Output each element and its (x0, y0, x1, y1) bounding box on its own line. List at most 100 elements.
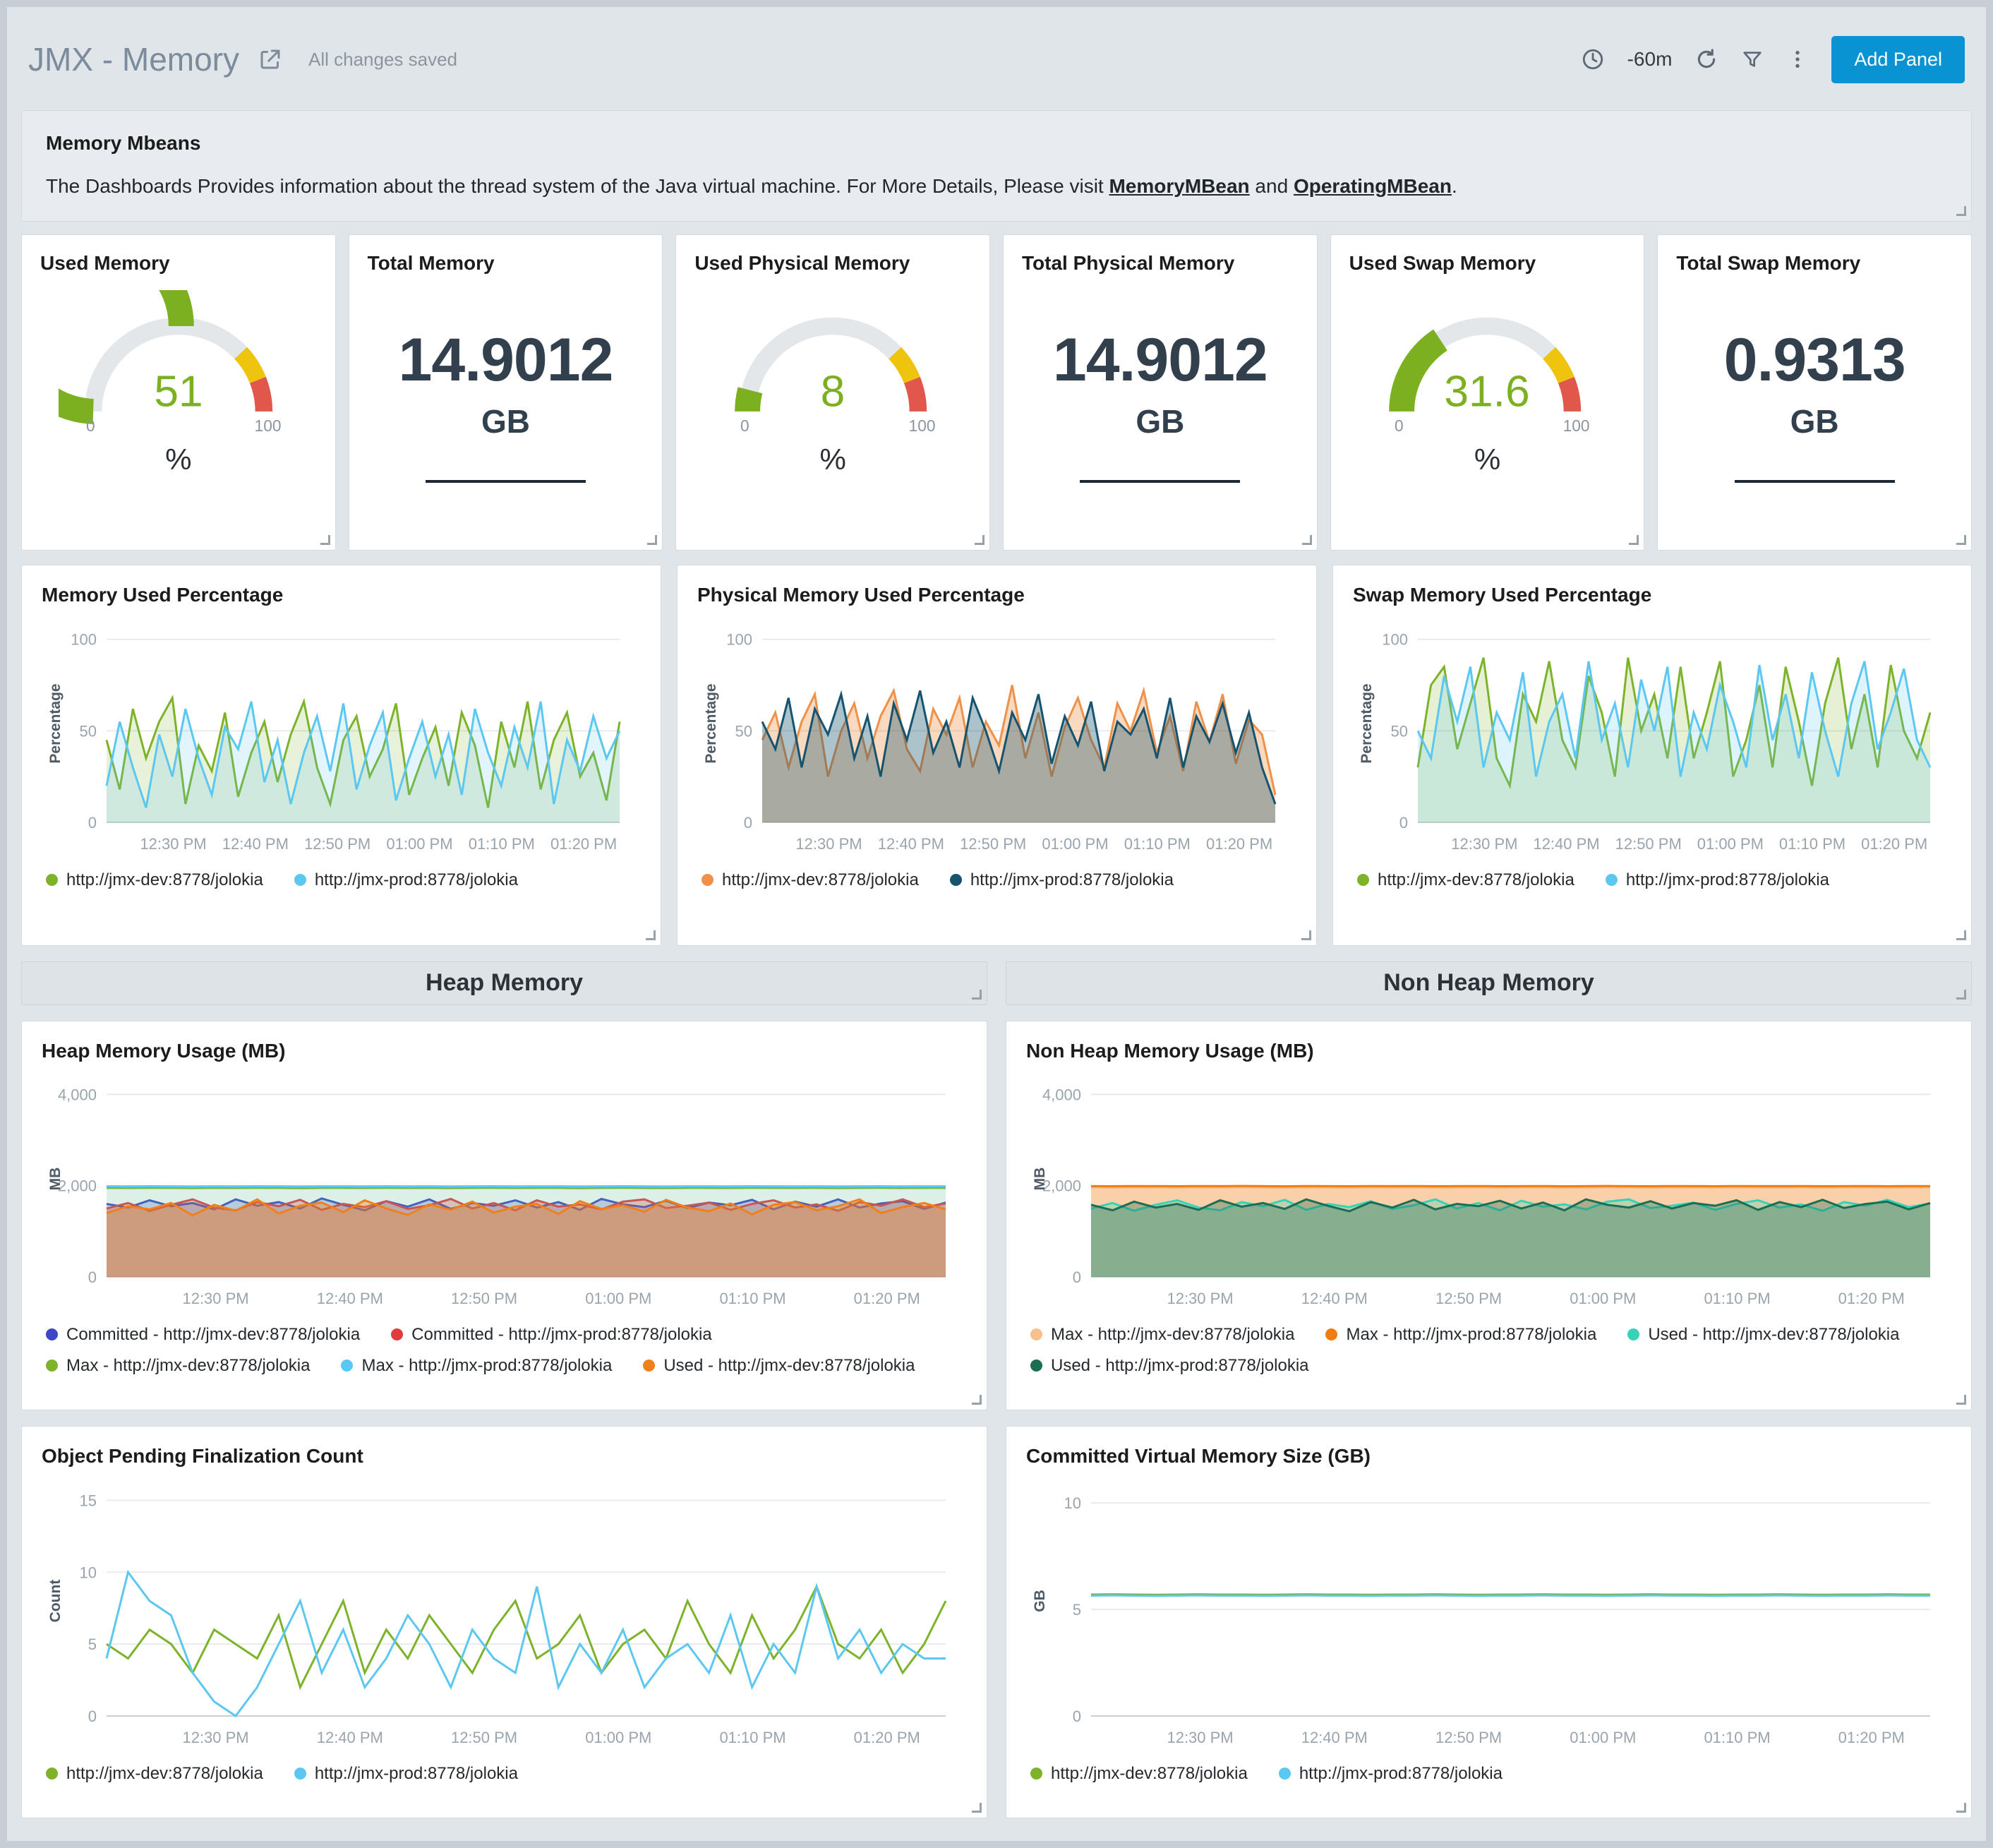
legend-label: Committed - http://jmx-prod:8778/jolokia (411, 1325, 712, 1345)
page-title: JMX - Memory (28, 40, 239, 78)
svg-text:01:00 PM: 01:00 PM (1697, 835, 1764, 853)
svg-text:0: 0 (86, 416, 95, 435)
legend-label: Committed - http://jmx-dev:8778/jolokia (66, 1325, 360, 1345)
object-pending-finalization-count-chart[interactable]: 05101512:30 PM12:40 PM12:50 PM01:00 PM01… (42, 1473, 967, 1754)
section-header-heap-memory: Heap Memory (21, 961, 987, 1005)
share-icon[interactable] (258, 47, 283, 72)
svg-text:0: 0 (88, 814, 97, 832)
legend-dot (643, 1360, 655, 1372)
used-physical-memory-gauge[interactable]: 80100 (694, 290, 971, 436)
used-memory-gauge[interactable]: 510100 (40, 290, 317, 436)
legend-label: Max - http://jmx-prod:8778/jolokia (1346, 1325, 1596, 1345)
resize-handle[interactable] (647, 535, 657, 545)
legend-item[interactable]: Max - http://jmx-prod:8778/jolokia (1325, 1325, 1596, 1345)
memory-used-percentage-chart[interactable]: 05010012:30 PM12:40 PM12:50 PM01:00 PM01… (42, 612, 641, 860)
time-range-value[interactable]: -60m (1627, 48, 1673, 71)
legend-item[interactable]: http://jmx-dev:8778/jolokia (1357, 870, 1574, 890)
stat-sparkline (1735, 480, 1895, 483)
svg-text:01:10 PM: 01:10 PM (1124, 835, 1191, 853)
section-headers-row: Heap Memory Non Heap Memory (21, 961, 1972, 1005)
filter-icon[interactable] (1741, 48, 1764, 71)
refresh-icon[interactable] (1694, 47, 1718, 71)
resize-handle[interactable] (1629, 535, 1639, 545)
svg-text:50: 50 (735, 722, 752, 740)
legend-item[interactable]: http://jmx-prod:8778/jolokia (1279, 1764, 1503, 1784)
svg-text:12:30 PM: 12:30 PM (795, 835, 862, 853)
heap-memory-usage-chart[interactable]: 02,0004,00012:30 PM12:40 PM12:50 PM01:00… (42, 1068, 967, 1315)
mbeans-description: The Dashboards Provides information abou… (46, 173, 1947, 200)
non-heap-memory-usage-chart[interactable]: 02,0004,00012:30 PM12:40 PM12:50 PM01:00… (1026, 1068, 1951, 1315)
legend-label: Used - http://jmx-dev:8778/jolokia (1648, 1325, 1899, 1345)
stat-unit: GB (1676, 402, 1953, 440)
percentage-charts-row: Memory Used Percentage 05010012:30 PM12:… (21, 565, 1972, 946)
swap-memory-used-percentage-chart[interactable]: 05010012:30 PM12:40 PM12:50 PM01:00 PM01… (1353, 612, 1951, 860)
svg-text:2,000: 2,000 (1042, 1177, 1081, 1194)
chart-panel-memory-used-percentage: Memory Used Percentage 05010012:30 PM12:… (21, 565, 661, 946)
legend-item[interactable]: Committed - http://jmx-dev:8778/jolokia (46, 1325, 360, 1345)
physical-memory-used-percentage-chart[interactable]: 05010012:30 PM12:40 PM12:50 PM01:00 PM01… (697, 612, 1296, 860)
resize-handle[interactable] (1302, 535, 1312, 545)
memorymbean-link[interactable]: MemoryMBean (1109, 175, 1249, 197)
resize-handle[interactable] (975, 535, 985, 545)
resize-handle[interactable] (1956, 206, 1966, 216)
resize-handle[interactable] (1956, 1803, 1966, 1813)
svg-text:12:40 PM: 12:40 PM (1533, 835, 1599, 853)
svg-text:12:30 PM: 12:30 PM (140, 835, 206, 853)
svg-text:12:50 PM: 12:50 PM (960, 835, 1026, 853)
used-swap-memory-gauge[interactable]: 31.60100 (1349, 290, 1626, 436)
legend-item[interactable]: http://jmx-dev:8778/jolokia (1030, 1764, 1248, 1784)
legend-item[interactable]: Used - http://jmx-prod:8778/jolokia (1030, 1356, 1309, 1376)
legend-item[interactable]: http://jmx-prod:8778/jolokia (294, 1764, 518, 1784)
bottom-charts-row: Object Pending Finalization Count 051015… (21, 1426, 1972, 1818)
legend-item[interactable]: Used - http://jmx-dev:8778/jolokia (1627, 1325, 1899, 1345)
mbeans-text-suffix: . (1452, 175, 1457, 197)
legend-item[interactable]: Max - http://jmx-prod:8778/jolokia (341, 1356, 612, 1376)
resize-handle[interactable] (1956, 1395, 1966, 1405)
legend-dot (1627, 1328, 1639, 1340)
clock-icon[interactable] (1581, 47, 1605, 71)
resize-handle[interactable] (1301, 930, 1311, 940)
resize-handle[interactable] (972, 1395, 982, 1405)
resize-handle[interactable] (972, 1803, 982, 1813)
section-title: Heap Memory (426, 969, 583, 997)
chart-title: Object Pending Finalization Count (42, 1445, 967, 1468)
svg-text:4,000: 4,000 (58, 1086, 97, 1103)
operatingmbean-link[interactable]: OperatingMBean (1294, 175, 1452, 197)
resize-handle[interactable] (1956, 930, 1966, 940)
stat-unit: GB (368, 402, 644, 440)
mbeans-title: Memory Mbeans (46, 132, 1947, 155)
legend-item[interactable]: http://jmx-prod:8778/jolokia (950, 870, 1174, 890)
resize-handle[interactable] (1956, 990, 1966, 1000)
svg-text:0: 0 (1073, 1268, 1081, 1286)
svg-text:0: 0 (88, 1268, 97, 1286)
svg-text:MB: MB (47, 1167, 64, 1190)
chart-legend: http://jmx-dev:8778/jolokia http://jmx-pr… (1353, 860, 1951, 894)
legend-item[interactable]: http://jmx-prod:8778/jolokia (1606, 870, 1829, 890)
legend-dot (46, 1360, 58, 1372)
legend-item[interactable]: http://jmx-prod:8778/jolokia (294, 870, 518, 890)
section-header-non-heap-memory: Non Heap Memory (1006, 961, 1972, 1005)
committed-virtual-memory-size-chart[interactable]: 051012:30 PM12:40 PM12:50 PM01:00 PM01:1… (1026, 1473, 1951, 1754)
legend-item[interactable]: Max - http://jmx-dev:8778/jolokia (1030, 1325, 1294, 1345)
resize-handle[interactable] (1956, 535, 1966, 545)
svg-text:15: 15 (80, 1492, 97, 1509)
legend-label: Used - http://jmx-prod:8778/jolokia (1051, 1356, 1309, 1376)
resize-handle[interactable] (646, 930, 656, 940)
legend-item[interactable]: http://jmx-dev:8778/jolokia (46, 1764, 263, 1784)
kebab-menu-icon[interactable] (1786, 48, 1809, 71)
stat-unit: GB (1022, 402, 1299, 440)
resize-handle[interactable] (320, 535, 330, 545)
svg-text:Count: Count (47, 1579, 64, 1622)
svg-text:01:00 PM: 01:00 PM (1042, 835, 1108, 853)
svg-text:12:40 PM: 12:40 PM (317, 1290, 383, 1307)
add-panel-button[interactable]: Add Panel (1831, 36, 1965, 83)
legend-item[interactable]: Committed - http://jmx-prod:8778/jolokia (391, 1325, 712, 1345)
svg-text:100: 100 (71, 631, 97, 649)
legend-item[interactable]: Used - http://jmx-dev:8778/jolokia (643, 1356, 915, 1376)
legend-item[interactable]: http://jmx-dev:8778/jolokia (702, 870, 919, 890)
chart-legend: http://jmx-dev:8778/jolokia http://jmx-pr… (1026, 1754, 1951, 1788)
legend-item[interactable]: http://jmx-dev:8778/jolokia (46, 870, 263, 890)
resize-handle[interactable] (972, 990, 982, 1000)
svg-text:12:50 PM: 12:50 PM (451, 1290, 517, 1307)
legend-item[interactable]: Max - http://jmx-dev:8778/jolokia (46, 1356, 310, 1376)
